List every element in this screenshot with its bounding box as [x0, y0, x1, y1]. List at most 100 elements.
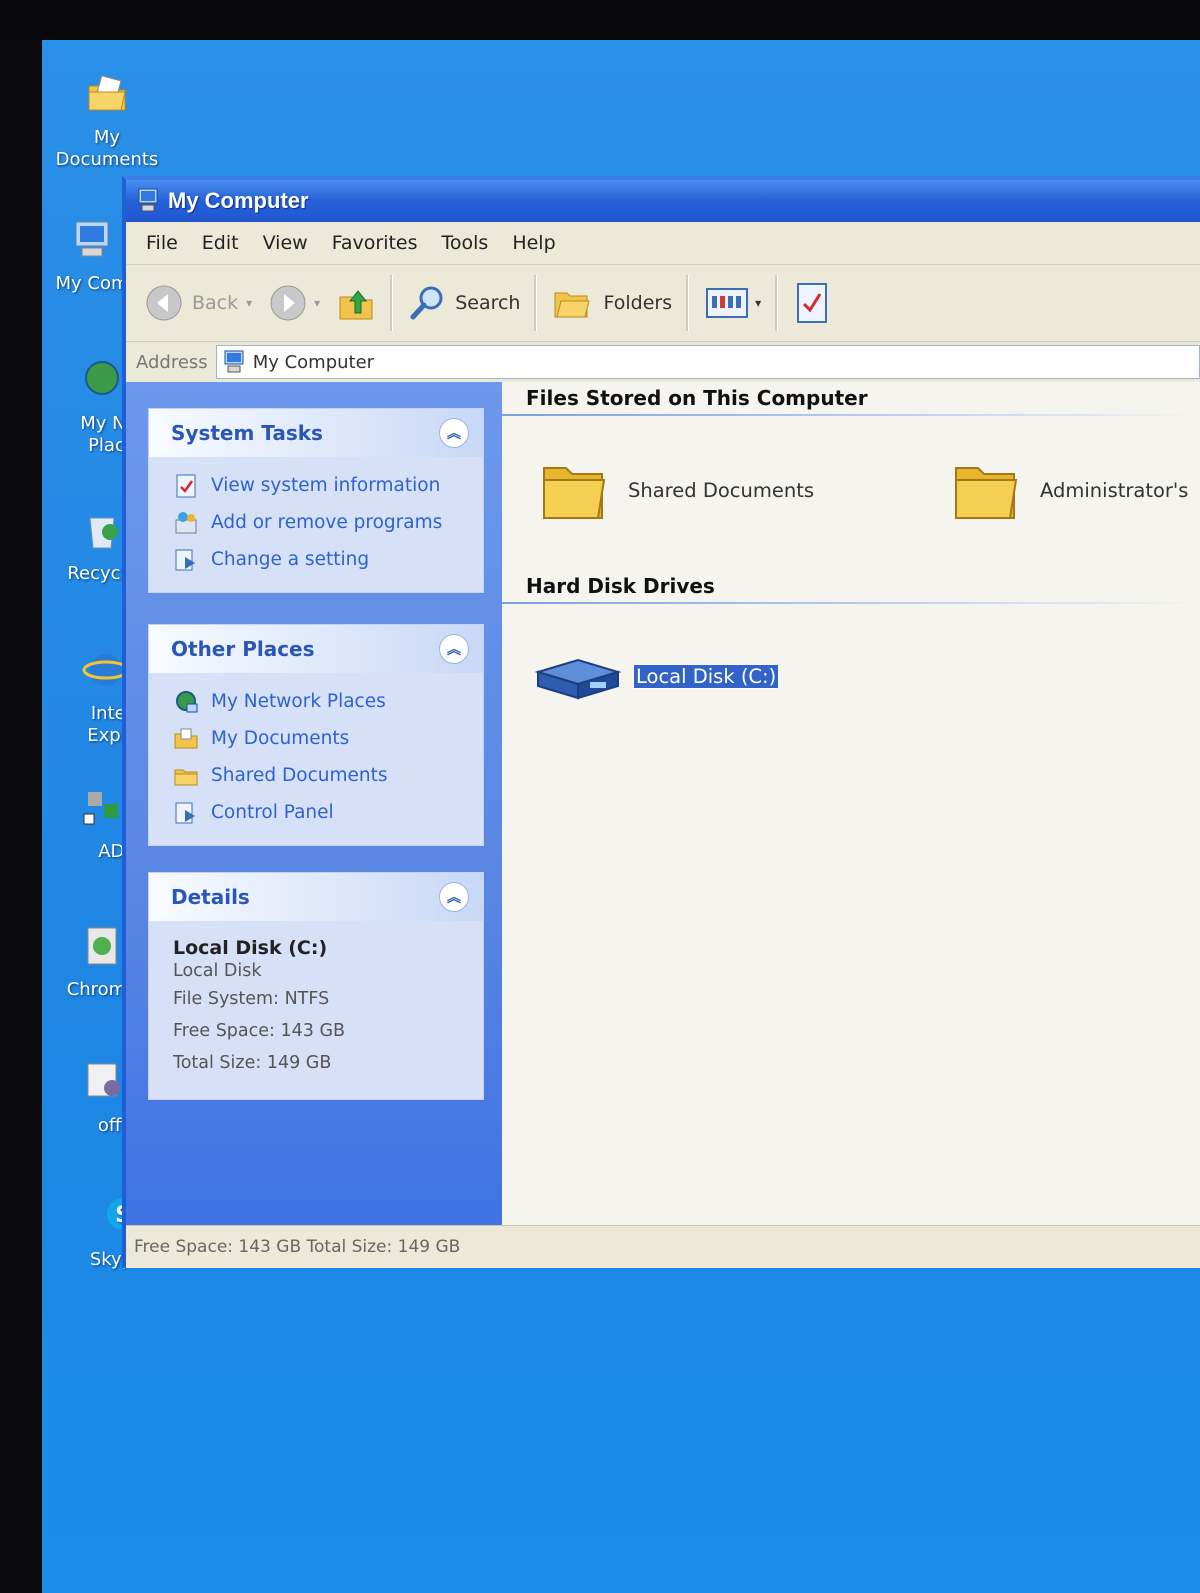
panel-body: Local Disk (C:) Local Disk File System: …: [149, 921, 483, 1099]
panel-title: Other Places: [171, 637, 315, 661]
toolbar: Back ▾ ▾ Search Folders ▾: [126, 265, 1200, 342]
item-shared-documents[interactable]: Shared Documents: [538, 454, 814, 526]
toolbar-separator: [775, 275, 779, 331]
place-shared-documents[interactable]: Shared Documents: [173, 757, 461, 794]
task-label: View system information: [211, 475, 441, 496]
my-computer-window: My Computer File Edit View Favorites Too…: [122, 176, 1200, 1268]
toolbar-separator: [390, 275, 394, 331]
views-icon: [706, 288, 749, 318]
collapse-icon[interactable]: ︽: [439, 634, 469, 664]
place-my-network-places[interactable]: My Network Places: [173, 683, 461, 720]
checklist-icon: [797, 283, 828, 323]
collapse-icon[interactable]: ︽: [439, 882, 469, 912]
folder-icon: [174, 769, 198, 785]
panel-body: View system information Add or remove pr…: [149, 457, 483, 592]
folder-docs-icon: [88, 75, 126, 111]
address-label: Address: [136, 351, 208, 373]
system-info-icon: [176, 474, 196, 497]
group-header-drives: Hard Disk Drives: [526, 574, 715, 598]
system-tasks-header[interactable]: System Tasks ︽: [149, 409, 483, 457]
ads-icon: [83, 792, 118, 825]
search-icon: [410, 286, 443, 320]
window-body: System Tasks ︽ View system information A…: [126, 382, 1200, 1226]
folder-icon: [955, 467, 1018, 519]
up-folder-button[interactable]: [328, 273, 384, 333]
up-folder-icon: [339, 290, 373, 320]
status-bar: Free Space: 143 GB Total Size: 149 GB: [126, 1225, 1200, 1268]
add-remove-programs-icon: [175, 511, 197, 533]
folder-docs-icon: [174, 728, 198, 748]
other-places-panel: Other Places ︽ My Network Places My Docu…: [148, 624, 484, 846]
menu-view[interactable]: View: [263, 232, 308, 254]
task-change-setting[interactable]: Change a setting: [173, 541, 461, 578]
system-tasks-panel: System Tasks ︽ View system information A…: [148, 408, 484, 593]
office-icon: [87, 1063, 120, 1097]
task-view-system-information[interactable]: View system information: [173, 467, 461, 504]
forward-button[interactable]: ▾: [260, 273, 328, 333]
other-places-header[interactable]: Other Places ︽: [149, 625, 483, 673]
toolbar-separator: [686, 275, 690, 331]
details-free-space: Free Space: 143 GB: [173, 1021, 346, 1041]
details-panel: Details ︽ Local Disk (C:) Local Disk Fil…: [148, 872, 484, 1100]
place-my-documents[interactable]: My Documents: [173, 720, 461, 757]
hard-disk-icon: [534, 658, 622, 700]
window-title: My Computer: [168, 188, 309, 213]
folders-button[interactable]: Folders: [543, 273, 680, 333]
recycle-bin-icon: [89, 517, 118, 549]
folder-icon: [543, 467, 606, 519]
menu-help[interactable]: Help: [512, 232, 555, 254]
group-header-files: Files Stored on This Computer: [526, 386, 868, 410]
back-button[interactable]: Back ▾: [136, 273, 260, 333]
details-file-system: File System: NTFS: [173, 989, 330, 1009]
menu-tools[interactable]: Tools: [442, 232, 489, 254]
task-add-remove-programs[interactable]: Add or remove programs: [173, 504, 461, 541]
collapse-icon[interactable]: ︽: [439, 418, 469, 448]
task-label: Add or remove programs: [211, 512, 443, 533]
item-label: Local Disk (C:): [632, 663, 780, 689]
monitor-bezel: [0, 0, 1200, 40]
status-text: Free Space: 143 GB Total Size: 149 GB: [134, 1237, 461, 1257]
place-label: Control Panel: [211, 802, 334, 823]
back-arrow-icon: [146, 285, 182, 321]
details-total-size: Total Size: 149 GB: [173, 1053, 332, 1073]
forward-arrow-icon: [270, 285, 306, 321]
item-administrators-documents[interactable]: Administrator's: [950, 454, 1188, 526]
group-divider: [502, 602, 1200, 604]
search-button[interactable]: Search: [399, 273, 528, 333]
back-label: Back: [192, 292, 239, 314]
network-icon: [176, 690, 198, 712]
place-label: My Network Places: [211, 691, 386, 712]
panel-title: System Tasks: [171, 421, 323, 445]
item-local-disk-c[interactable]: Local Disk (C:): [532, 646, 780, 706]
computer-icon: [224, 350, 244, 373]
views-button[interactable]: ▾: [695, 273, 769, 333]
toolbar-separator: [534, 275, 538, 331]
address-field[interactable]: My Computer: [215, 345, 1200, 379]
panel-title: Details: [171, 885, 250, 909]
group-divider: [502, 414, 1200, 416]
computer-icon: [138, 188, 158, 212]
folders-icon: [554, 292, 591, 318]
menu-file[interactable]: File: [146, 232, 178, 254]
chevron-down-icon: ▾: [246, 296, 253, 310]
place-label: My Documents: [211, 728, 350, 749]
details-name: Local Disk (C:): [173, 937, 328, 959]
title-bar[interactable]: My Computer: [126, 180, 1200, 222]
task-label: Change a setting: [211, 549, 370, 570]
menu-favorites[interactable]: Favorites: [332, 232, 418, 254]
menu-edit[interactable]: Edit: [202, 232, 239, 254]
desktop-icon-label: My Documents: [55, 127, 159, 170]
desktop-icon-my-documents[interactable]: My Documents: [42, 70, 172, 171]
network-icon: [85, 361, 119, 395]
address-bar: Address My Computer: [126, 342, 1200, 383]
checklist-button[interactable]: [784, 273, 840, 333]
place-label: Shared Documents: [211, 765, 388, 786]
menu-bar: File Edit View Favorites Tools Help: [126, 222, 1200, 265]
details-type: Local Disk: [173, 961, 262, 981]
details-header[interactable]: Details ︽: [149, 873, 483, 921]
address-value: My Computer: [252, 351, 375, 373]
task-pane: System Tasks ︽ View system information A…: [126, 382, 502, 1226]
item-label: Shared Documents: [628, 478, 815, 502]
place-control-panel[interactable]: Control Panel: [173, 794, 461, 831]
control-panel-icon: [175, 549, 195, 570]
